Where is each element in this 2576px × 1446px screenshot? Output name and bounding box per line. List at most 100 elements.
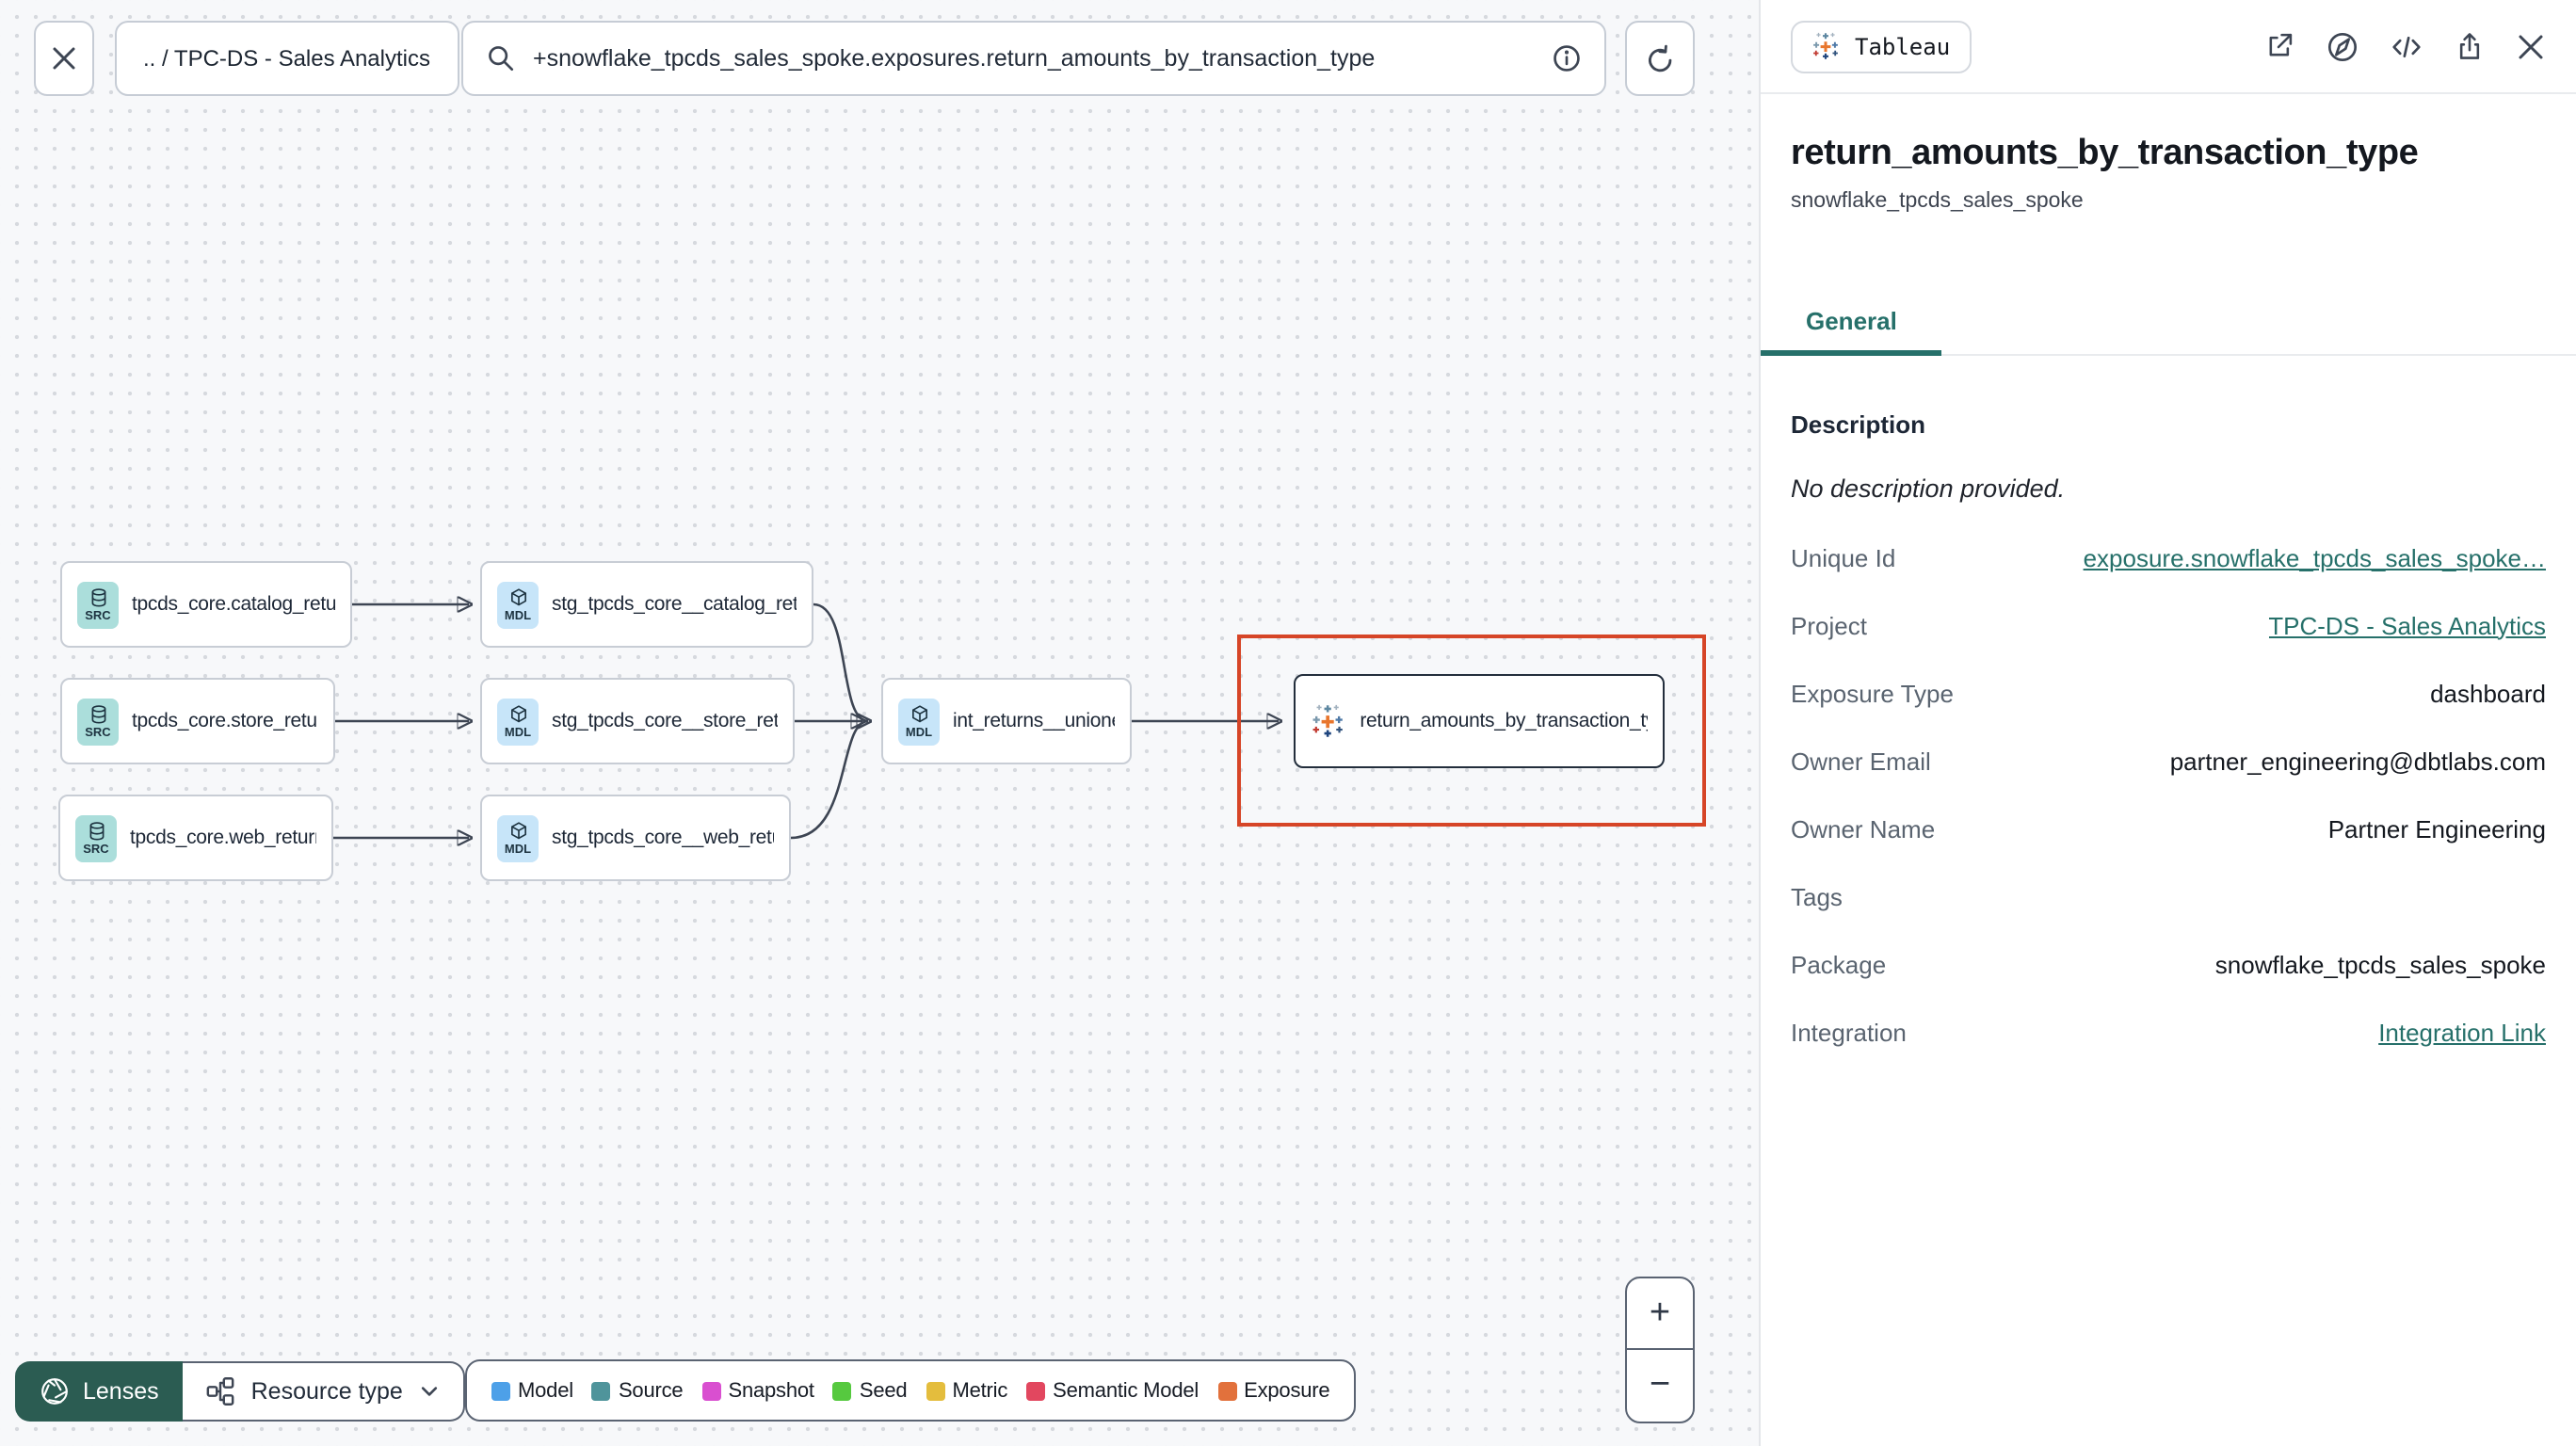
panel-body: return_amounts_by_transaction_type snowf… [1761,134,2576,1066]
panel-actions [2263,29,2546,63]
lenses-button[interactable]: Lenses [15,1361,184,1422]
legend-item: Source [591,1379,684,1402]
panel-header: Tableau [1761,0,2576,94]
node-label: tpcds_core.catalog_returns [132,593,335,616]
search-input[interactable] [533,45,1535,72]
cube-icon [912,705,926,720]
field-row-owner-email: Owner Email partner_engineering@dbtlabs.… [1791,747,2546,775]
graph-node-model-int-returns-unioned[interactable]: MDL int_returns__unioned [881,678,1132,764]
graph-node-source-store-returns[interactable]: SRC tpcds_core.store_returns [60,678,335,764]
legend-item: Model [491,1379,573,1402]
field-row-exposure-type: Exposure Type dashboard [1791,679,2546,707]
breadcrumb[interactable]: .. / TPC-DS - Sales Analytics [115,21,459,96]
legend-swatch [832,1381,852,1400]
refresh-button[interactable] [1625,21,1695,96]
dbt-explorer-lineage-view: SRC tpcds_core.catalog_returns SRC tpcds… [0,0,2576,1446]
legend-item: Semantic Model [1026,1379,1199,1402]
source-resource-badge: SRC [77,581,119,628]
info-icon[interactable] [1552,43,1582,73]
graph-node-model-stg-catalog-returns[interactable]: MDL stg_tpcds_core__catalog_returns [480,561,813,648]
detail-fields: Unique Id exposure.snowflake_tpcds_sales… [1791,523,2546,1066]
graph-node-exposure-return-amounts[interactable]: return_amounts_by_transaction_type [1294,674,1665,768]
legend-swatch [926,1381,945,1400]
model-resource-badge: MDL [497,581,539,628]
project-link[interactable]: TPC-DS - Sales Analytics [2268,611,2546,639]
zoom-controls: + − [1625,1277,1695,1423]
legend-swatch [1026,1381,1046,1400]
resource-type-icon [207,1377,235,1406]
tableau-logo-icon [1811,32,1840,60]
node-label: stg_tpcds_core__web_returns [552,827,774,849]
external-link-icon[interactable] [2263,30,2295,62]
lineage-search-bar[interactable] [461,21,1606,96]
cube-icon [511,588,524,603]
database-icon [89,822,102,839]
graph-node-model-stg-store-returns[interactable]: MDL stg_tpcds_core__store_returns [480,678,795,764]
field-row-unique-id: Unique Id exposure.snowflake_tpcds_sales… [1791,543,2546,571]
legend-swatch [491,1381,510,1400]
zoom-in-button[interactable]: + [1627,1278,1693,1350]
share-icon[interactable] [2454,30,2486,62]
graph-node-source-catalog-returns[interactable]: SRC tpcds_core.catalog_returns [60,561,352,648]
field-row-project: Project TPC-DS - Sales Analytics [1791,611,2546,639]
description-heading: Description [1791,410,1926,439]
field-row-package: Package snowflake_tpcds_sales_spoke [1791,950,2546,978]
cube-icon [511,822,524,837]
exposure-type-value: dashboard [2430,679,2546,707]
tableau-logo-icon [1311,702,1344,740]
graph-node-model-stg-web-returns[interactable]: MDL stg_tpcds_core__web_returns [480,795,791,881]
model-resource-badge: MDL [497,698,539,745]
description-empty-text: No description provided. [1791,474,2066,503]
close-icon[interactable] [2516,31,2546,61]
panel-tabs: General [1761,296,2576,356]
node-label: stg_tpcds_core__catalog_returns [552,593,797,616]
code-icon[interactable] [2390,29,2423,63]
owner-name-value: Partner Engineering [2327,814,2546,843]
resource-title: return_amounts_by_transaction_type [1791,134,2419,173]
lens-controls: Lenses Resource type [15,1361,465,1422]
database-icon [91,588,104,605]
tableau-type-badge: Tableau [1791,20,1972,72]
legend-swatch [1217,1381,1237,1400]
field-row-integration: Integration Integration Link [1791,1018,2546,1046]
tab-general[interactable]: General [1761,296,1942,356]
legend-item: Metric [926,1379,1007,1402]
close-icon [53,47,75,70]
legend-item: Snapshot [701,1379,814,1402]
search-icon [489,46,514,72]
database-icon [91,705,104,722]
minus-icon: − [1649,1365,1671,1405]
node-label: int_returns__unioned [953,710,1115,732]
legend-swatch [701,1381,721,1400]
zoom-out-button[interactable]: − [1627,1350,1693,1422]
node-label: return_amounts_by_transaction_type [1360,710,1648,732]
model-resource-badge: MDL [898,698,940,745]
close-lineage-button[interactable] [34,21,94,96]
field-row-owner-name: Owner Name Partner Engineering [1791,814,2546,843]
lineage-canvas[interactable]: SRC tpcds_core.catalog_returns SRC tpcds… [0,0,1759,1446]
field-row-tags: Tags [1791,882,1843,910]
graph-node-source-web-returns[interactable]: SRC tpcds_core.web_returns [58,795,333,881]
source-resource-badge: SRC [75,814,117,861]
refresh-icon [1649,43,1672,72]
resource-package-subtitle: snowflake_tpcds_sales_spoke [1791,190,2084,213]
model-resource-badge: MDL [497,814,539,861]
cube-icon [511,705,524,720]
owner-email-value: partner_engineering@dbtlabs.com [2169,747,2546,775]
unique-id-link[interactable]: exposure.snowflake_tpcds_sales_spoke… [2084,543,2546,571]
chevron-down-icon [421,1387,437,1396]
node-label: tpcds_core.web_returns [130,827,316,849]
integration-link[interactable]: Integration Link [2378,1018,2546,1046]
legend-item: Exposure [1217,1379,1330,1402]
package-value: snowflake_tpcds_sales_spoke [2214,950,2546,978]
node-label: stg_tpcds_core__store_returns [552,710,778,732]
resource-type-dropdown[interactable]: Resource type [183,1361,465,1422]
resource-detail-panel: Tableau return_amounts_by_transaction_ty… [1759,0,2576,1446]
resource-type-legend: Model Source Snapshot Seed Metric Semant… [465,1359,1357,1422]
compass-icon[interactable] [2326,29,2359,63]
node-label: tpcds_core.store_returns [132,710,318,732]
source-resource-badge: SRC [77,698,119,745]
plus-icon: + [1649,1293,1671,1332]
aperture-icon [41,1378,68,1405]
legend-item: Seed [832,1379,908,1402]
